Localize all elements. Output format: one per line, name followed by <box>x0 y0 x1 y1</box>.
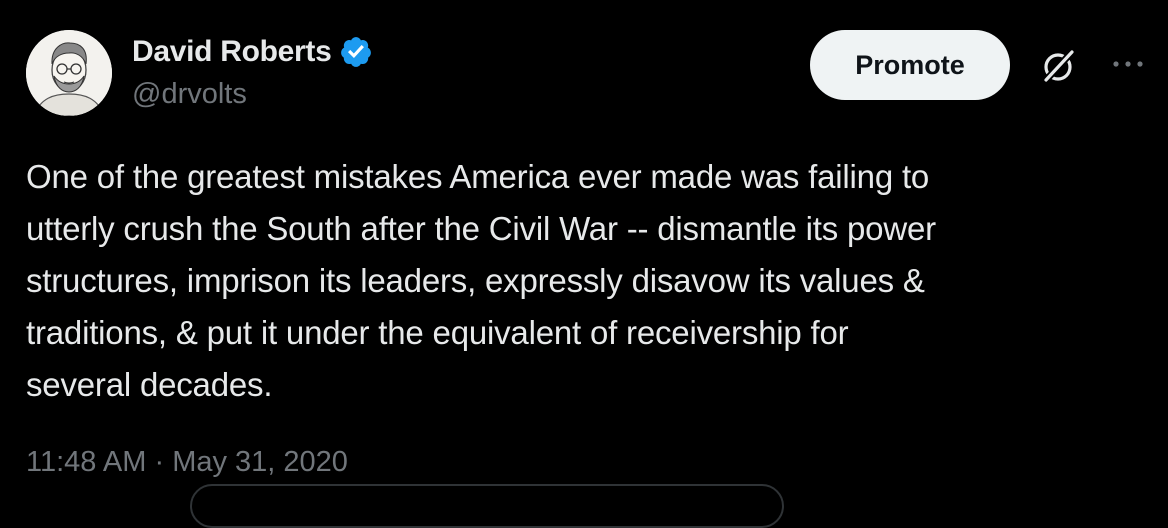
verified-badge-icon[interactable] <box>339 35 373 69</box>
more-horizontal-icon[interactable] <box>1110 52 1146 76</box>
tweet-date[interactable]: May 31, 2020 <box>172 446 348 478</box>
tweet-text: One of the greatest mistakes America eve… <box>26 158 936 403</box>
promote-button[interactable]: Promote <box>810 30 1010 100</box>
tweet-timestamp: 11:48 AM · May 31, 2020 <box>26 446 348 479</box>
tweet-time[interactable]: 11:48 AM <box>26 446 146 478</box>
grok-icon[interactable] <box>1038 46 1078 86</box>
avatar-sketch <box>26 30 112 116</box>
meta-separator: · <box>154 446 165 478</box>
author-display-name[interactable]: David Roberts <box>132 35 332 69</box>
author-name-row: David Roberts <box>132 34 373 70</box>
author-handle[interactable]: @drvolts <box>132 78 247 111</box>
avatar[interactable] <box>26 30 112 116</box>
bottom-pill[interactable] <box>190 484 784 528</box>
tweet: David Roberts @drvolts Promote One of th… <box>0 0 1168 528</box>
